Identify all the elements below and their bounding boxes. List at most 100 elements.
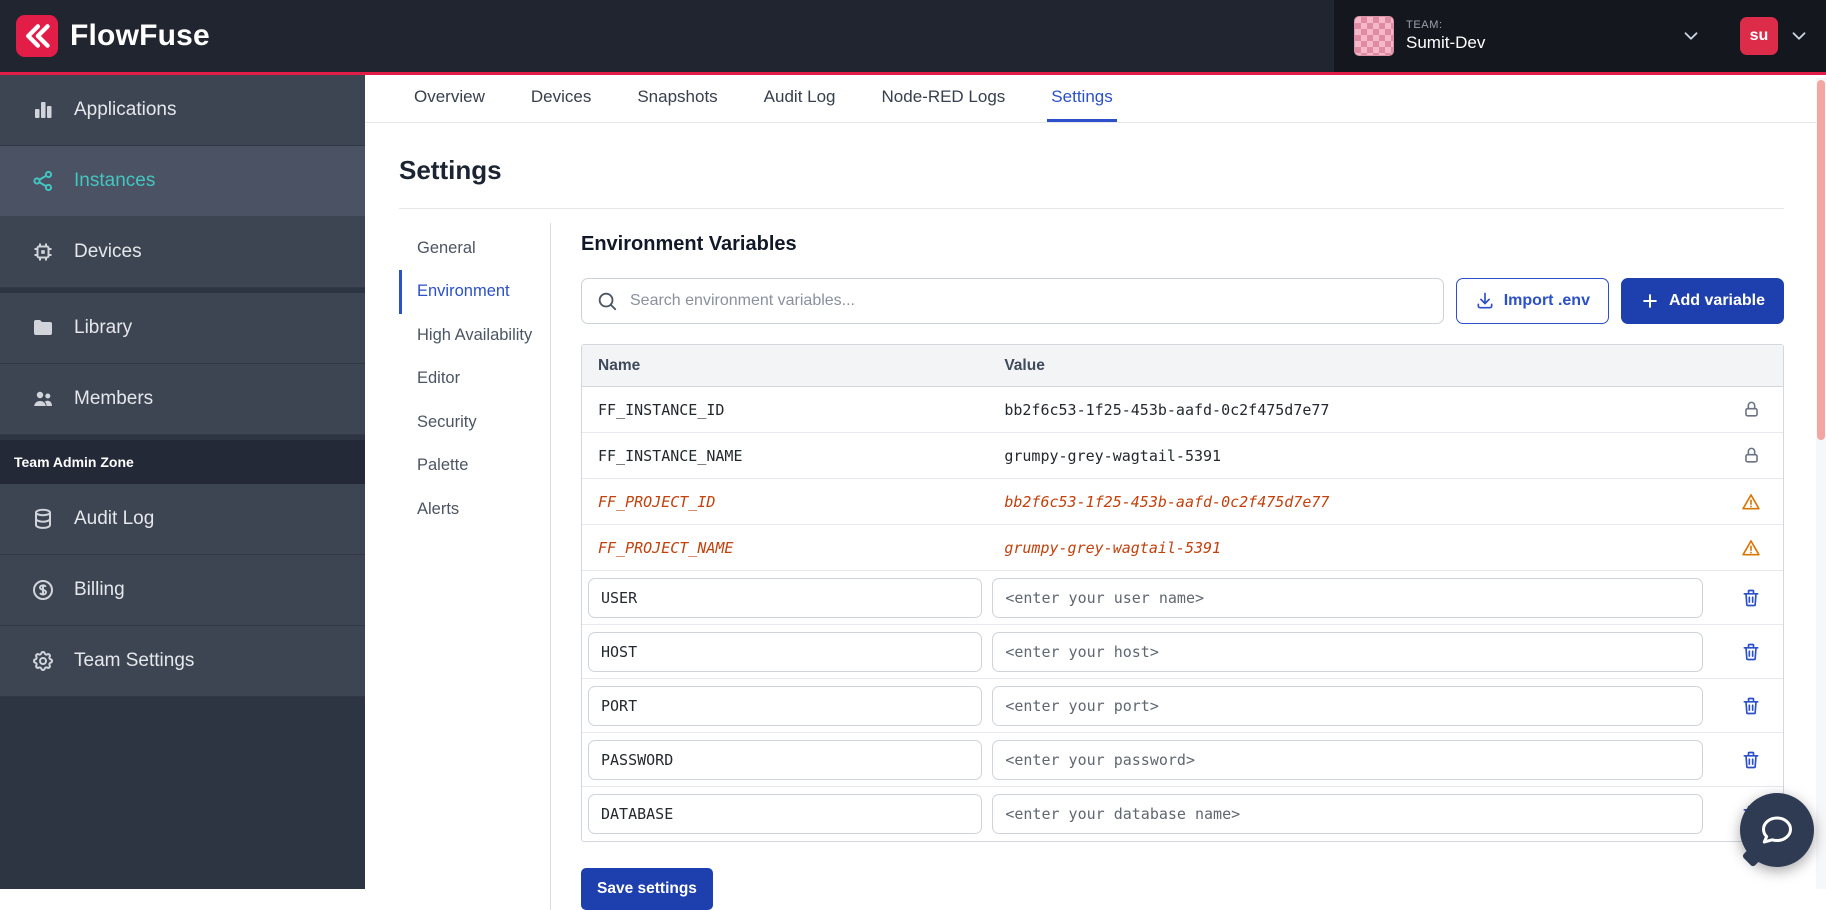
env-name-input[interactable]: [588, 740, 982, 780]
user-avatar[interactable]: su: [1740, 17, 1778, 55]
chevron-down-icon[interactable]: [1788, 25, 1810, 47]
subnav-item-security[interactable]: Security: [399, 401, 550, 444]
tab-overview[interactable]: Overview: [410, 75, 489, 122]
sidebar-item-members[interactable]: Members: [0, 364, 365, 435]
table-header: Name Value: [582, 345, 1783, 387]
warning-icon: [1741, 492, 1761, 512]
column-header-name: Name: [582, 357, 990, 375]
sidebar-item-instances[interactable]: Instances: [0, 146, 365, 217]
flowfuse-logo[interactable]: FlowFuse: [16, 15, 210, 57]
table-row: [582, 733, 1783, 787]
subnav-item-environment[interactable]: Environment: [399, 270, 550, 313]
env-var-value: bb2f6c53-1f25-453b-aafd-0c2f475d7e77: [990, 493, 1719, 511]
table-row: [582, 787, 1783, 841]
members-icon: [30, 386, 56, 412]
save-settings-button[interactable]: Save settings: [581, 868, 713, 910]
delete-icon[interactable]: [1741, 750, 1761, 770]
flowfuse-logo-icon: [16, 15, 58, 57]
env-value-input[interactable]: [992, 794, 1703, 834]
subnav-item-palette[interactable]: Palette: [399, 444, 550, 487]
team-info: TEAM: Sumit-Dev: [1406, 19, 1485, 54]
env-var-name: FF_INSTANCE_NAME: [582, 447, 990, 465]
env-name-input[interactable]: [588, 632, 982, 672]
env-value-input[interactable]: [992, 686, 1703, 726]
gear-icon: [30, 648, 56, 674]
delete-icon[interactable]: [1741, 588, 1761, 608]
page-scrollbar[interactable]: [1816, 78, 1826, 889]
env-name-input[interactable]: [588, 686, 982, 726]
tab-snapshots[interactable]: Snapshots: [633, 75, 721, 122]
audit-log-icon: [30, 506, 56, 532]
team-name: Sumit-Dev: [1406, 32, 1485, 53]
import-env-label: Import .env: [1504, 292, 1590, 310]
search-box: [581, 278, 1444, 324]
table-row: [582, 679, 1783, 733]
tab-settings[interactable]: Settings: [1047, 75, 1116, 122]
user-menu[interactable]: su: [1740, 17, 1810, 55]
delete-icon[interactable]: [1741, 696, 1761, 716]
delete-icon[interactable]: [1741, 642, 1761, 662]
warning-icon: [1741, 538, 1761, 558]
sidebar: Applications Instances Devices Library: [0, 75, 365, 889]
main-area: Overview Devices Snapshots Audit Log Nod…: [365, 75, 1826, 889]
team-avatar: [1354, 16, 1394, 56]
env-value-input[interactable]: [992, 740, 1703, 780]
sidebar-section-team-admin-zone: Team Admin Zone: [0, 440, 365, 484]
sidebar-item-devices[interactable]: Devices: [0, 217, 365, 288]
search-input[interactable]: [628, 291, 1429, 311]
env-value-input[interactable]: [992, 632, 1703, 672]
subnav-item-high-availability[interactable]: High Availability: [399, 314, 550, 357]
tab-node-red-logs[interactable]: Node-RED Logs: [878, 75, 1010, 122]
sidebar-item-applications[interactable]: Applications: [0, 75, 365, 146]
env-var-value: grumpy-grey-wagtail-5391: [990, 447, 1719, 465]
table-row: FF_PROJECT_NAME grumpy-grey-wagtail-5391: [582, 525, 1783, 571]
sidebar-item-team-settings[interactable]: Team Settings: [0, 626, 365, 697]
table-row: [582, 625, 1783, 679]
column-header-value: Value: [990, 357, 1719, 375]
applications-icon: [30, 97, 56, 123]
scrollbar-thumb[interactable]: [1817, 80, 1825, 440]
plus-icon: [1640, 291, 1660, 311]
table-row: FF_PROJECT_ID bb2f6c53-1f25-453b-aafd-0c…: [582, 479, 1783, 525]
devices-icon: [30, 239, 56, 265]
chat-icon: [1759, 812, 1795, 848]
library-icon: [30, 315, 56, 341]
env-variables-table: Name Value FF_INSTANCE_ID bb2f6c53-1f25-…: [581, 344, 1784, 842]
env-var-name: FF_PROJECT_NAME: [582, 539, 990, 557]
env-name-input[interactable]: [588, 794, 982, 834]
subnav-item-alerts[interactable]: Alerts: [399, 488, 550, 531]
env-var-value: grumpy-grey-wagtail-5391: [990, 539, 1719, 557]
team-switcher[interactable]: TEAM: Sumit-Dev su: [1334, 0, 1826, 72]
subnav-item-editor[interactable]: Editor: [399, 357, 550, 400]
sidebar-item-audit-log[interactable]: Audit Log: [0, 484, 365, 555]
sidebar-item-library[interactable]: Library: [0, 293, 365, 364]
instance-tabs: Overview Devices Snapshots Audit Log Nod…: [365, 75, 1826, 123]
sidebar-item-billing[interactable]: Billing: [0, 555, 365, 626]
import-env-button[interactable]: Import .env: [1456, 278, 1609, 324]
sidebar-item-label: Instances: [74, 170, 155, 192]
chevron-down-icon[interactable]: [1680, 25, 1702, 47]
add-variable-button[interactable]: Add variable: [1621, 278, 1784, 324]
sidebar-item-label: Billing: [74, 579, 125, 601]
brand-name: FlowFuse: [70, 19, 210, 53]
env-toolbar: Import .env Add variable: [581, 278, 1784, 324]
env-var-value: bb2f6c53-1f25-453b-aafd-0c2f475d7e77: [990, 401, 1719, 419]
tab-audit-log[interactable]: Audit Log: [760, 75, 840, 122]
env-var-name: FF_INSTANCE_ID: [582, 401, 990, 419]
tab-devices[interactable]: Devices: [527, 75, 595, 122]
table-row: FF_INSTANCE_NAME grumpy-grey-wagtail-539…: [582, 433, 1783, 479]
section-heading: Environment Variables: [581, 233, 1784, 256]
subnav-item-general[interactable]: General: [399, 227, 550, 270]
sidebar-item-label: Team Settings: [74, 650, 194, 672]
team-label: TEAM:: [1406, 19, 1485, 33]
sidebar-item-label: Audit Log: [74, 508, 154, 530]
env-value-input[interactable]: [992, 578, 1703, 618]
table-row: FF_INSTANCE_ID bb2f6c53-1f25-453b-aafd-0…: [582, 387, 1783, 433]
search-icon: [596, 290, 618, 312]
chat-widget-button[interactable]: [1740, 793, 1814, 867]
settings-page: Settings General Environment High Availa…: [365, 123, 1826, 889]
billing-icon: [30, 577, 56, 603]
environment-panel: Environment Variables Import .env: [551, 223, 1784, 910]
env-name-input[interactable]: [588, 578, 982, 618]
instances-icon: [30, 168, 56, 194]
